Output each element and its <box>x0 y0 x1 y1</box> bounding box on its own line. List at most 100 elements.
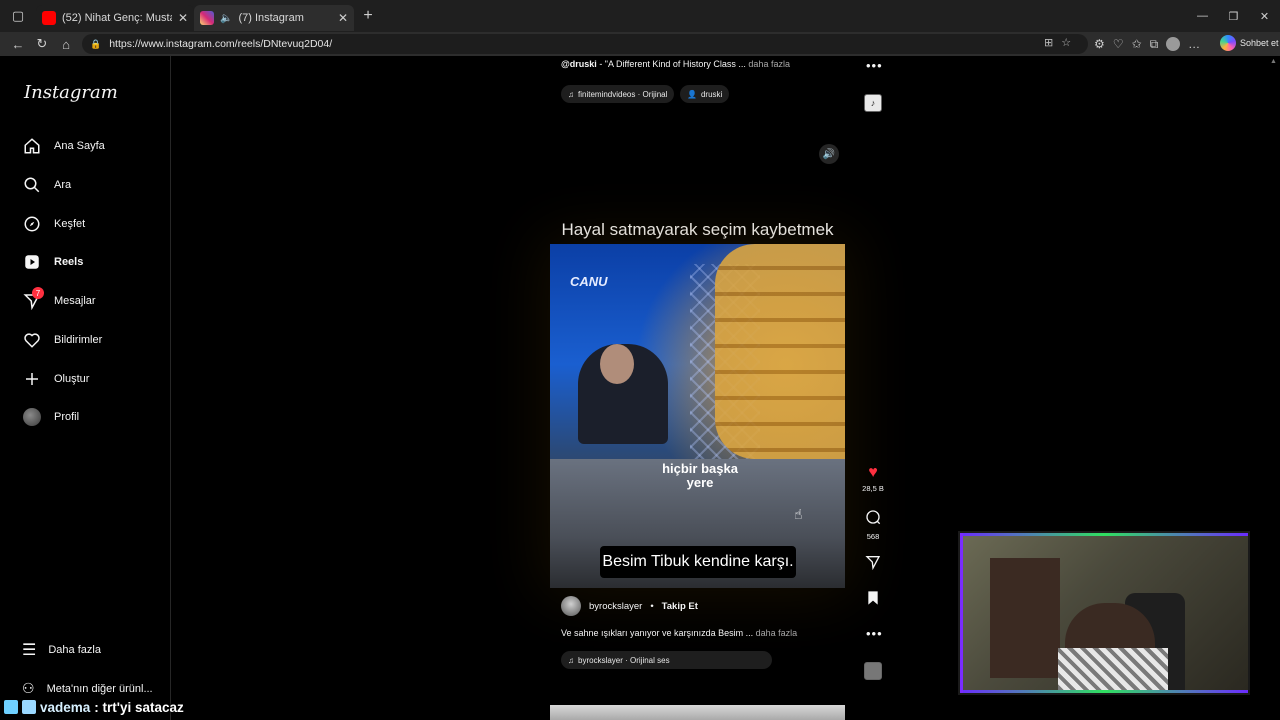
sidebar-item-profile[interactable]: Profil <box>22 402 79 432</box>
meta-apps-icon: ⚇ <box>22 680 35 696</box>
author-username[interactable]: byrockslayer <box>589 601 642 612</box>
sidebar-item-label: Ana Sayfa <box>54 140 105 152</box>
tab-title: (52) Nihat Genç: Mustafa Kemal l... <box>62 12 172 24</box>
message-count-badge: 7 <box>32 287 44 299</box>
hand-cursor-icon: ☝ <box>794 506 803 522</box>
tab-instagram[interactable]: 🔈 (7) Instagram ✕ <box>194 5 354 31</box>
back-button[interactable]: ← <box>6 32 30 56</box>
favorites-icon[interactable]: ✩ <box>1132 37 1142 51</box>
sidebar-item-label: Ara <box>54 179 72 191</box>
reel-audio-thumbnail[interactable] <box>864 662 882 680</box>
reel-title-overlay: Hayal satmayarak seçim kaybetmek <box>561 220 834 239</box>
sidebar-item-notifications[interactable]: Bildirimler <box>22 325 102 355</box>
sidebar-item-label: Daha fazla <box>48 644 101 656</box>
close-tab-icon[interactable]: ✕ <box>178 11 188 25</box>
speaker-icon[interactable]: 🔈 <box>220 13 232 24</box>
scroll-up-icon[interactable]: ▲ <box>1270 58 1277 65</box>
refresh-button[interactable]: ↻ <box>30 32 54 56</box>
restore-button[interactable]: ❐ <box>1218 0 1249 32</box>
previous-reel-caption-text: - "A Different Kind of History Class ... <box>599 59 746 69</box>
comment-count: 568 <box>866 532 880 541</box>
music-note-icon: ♫ <box>568 89 574 99</box>
app-install-icon[interactable]: ⊞ <box>1044 36 1053 49</box>
video-caption-box: Besim Tibuk kendine karşı. <box>600 546 796 578</box>
sidebar-item-label: Bildirimler <box>54 334 103 346</box>
previous-reel-audio-thumbnail[interactable]: ♪ <box>864 94 882 112</box>
share-button[interactable] <box>862 554 884 575</box>
previous-reel-username[interactable]: @druski <box>561 59 597 69</box>
webcam-border-left <box>960 533 963 693</box>
minimize-button[interactable]: — <box>1187 0 1218 32</box>
profile-avatar[interactable] <box>1166 37 1181 51</box>
comment-icon <box>862 509 884 530</box>
reel-options-icon[interactable]: ••• <box>866 626 883 641</box>
sidebar-meta-button[interactable]: ⚇ Meta'nın diğer ürünl... <box>22 680 153 697</box>
home-button[interactable]: ⌂ <box>54 32 78 56</box>
sidebar-item-label: Mesajlar <box>54 295 96 307</box>
copilot-label: Sohbet et <box>1240 38 1279 48</box>
copilot-button[interactable]: Sohbet et <box>1220 35 1279 51</box>
webcam-border-top <box>960 533 1248 536</box>
sidebar-item-reels[interactable]: Reels <box>22 247 83 277</box>
music-note-icon: ♫ <box>568 655 574 665</box>
reel-author-row: byrockslayer • Takip Et <box>561 595 698 617</box>
sidebar-item-label: Keşfet <box>54 218 86 230</box>
chat-badge-icon <box>4 700 18 714</box>
sidebar-more-button[interactable]: ☰ Daha fazla <box>22 640 101 660</box>
close-window-button[interactable]: ✕ <box>1249 0 1280 32</box>
previous-reel-tag-chip[interactable]: 👤 druski <box>680 85 730 103</box>
next-reel-preview[interactable] <box>550 705 845 720</box>
lock-icon[interactable]: 🔒 <box>90 39 101 50</box>
reel-audio-chip[interactable]: ♫ byrockslayer · Orijinal ses <box>561 651 772 669</box>
extensions-icon[interactable]: ⚙ <box>1094 37 1105 51</box>
save-button[interactable] <box>862 590 884 611</box>
tab-title: (7) Instagram <box>238 12 304 24</box>
video-subtitle: hiçbir başka yere <box>662 461 738 491</box>
person-icon: 👤 <box>687 89 697 99</box>
browser-tab-bar: ▢ (52) Nihat Genç: Mustafa Kemal l... ✕ … <box>0 0 1280 32</box>
settings-more-icon[interactable]: … <box>1188 37 1200 51</box>
stream-chat-message: vadema : trt'yi satacaz <box>4 697 184 717</box>
previous-reel-audio-chip[interactable]: ♫ finitemindvideos · Orijinal <box>561 85 675 103</box>
collections-icon[interactable]: ⧉ <box>1150 37 1159 52</box>
browser-tools: ⚙ ♡ ✩ ⧉ … <box>1094 32 1200 56</box>
compass-icon <box>22 214 42 234</box>
url-bar[interactable]: 🔒 https://www.instagram.com/reels/DNtevu… <box>82 34 1088 54</box>
webcam-shirt <box>1058 648 1168 693</box>
page-scrollbar[interactable]: ▲ <box>1268 56 1280 720</box>
audio-label: byrockslayer · Orijinal ses <box>578 655 670 665</box>
like-button[interactable]: ♥ 28,5 B <box>862 464 884 493</box>
sidebar-item-home[interactable]: Ana Sayfa <box>22 131 105 161</box>
url-bar-icons: ⊞ ☆ <box>1044 36 1071 49</box>
browser-essentials-icon[interactable]: ♡ <box>1113 37 1124 51</box>
chat-text: : trt'yi satacaz <box>94 699 184 715</box>
previous-reel-options-icon[interactable]: ••• <box>866 58 883 73</box>
sidebar-item-explore[interactable]: Keşfet <box>22 209 85 239</box>
sidebar-item-messages[interactable]: 7 Mesajlar <box>22 286 96 316</box>
author-avatar[interactable] <box>561 596 581 616</box>
sidebar-item-create[interactable]: Oluştur <box>22 364 89 394</box>
sidebar-item-search[interactable]: Ara <box>22 170 71 200</box>
new-tab-button[interactable]: + <box>354 2 382 30</box>
url-text: https://www.instagram.com/reels/DNtevuq2… <box>109 38 333 50</box>
reels-icon <box>22 252 42 272</box>
reel-more-link[interactable]: daha fazla <box>756 628 798 638</box>
tag-label: druski <box>700 89 723 99</box>
webcam-shelf <box>990 558 1060 678</box>
comment-button[interactable]: 568 <box>862 509 884 541</box>
volume-icon[interactable]: 🔊 <box>819 144 839 164</box>
previous-reel-more-link[interactable]: daha fazla <box>748 59 790 69</box>
favorite-star-icon[interactable]: ☆ <box>1061 36 1071 49</box>
tab-actions-icon[interactable]: ▢ <box>0 0 36 32</box>
reel-video[interactable]: CANU hiçbir başka yere Besim Tibuk kendi… <box>550 244 845 588</box>
search-icon <box>22 175 42 195</box>
tab-youtube[interactable]: (52) Nihat Genç: Mustafa Kemal l... ✕ <box>36 5 194 31</box>
bookmark-icon <box>862 590 884 611</box>
webcam-border-bottom <box>960 690 1248 693</box>
close-tab-icon[interactable]: ✕ <box>338 11 348 25</box>
instagram-favicon-icon <box>200 11 214 25</box>
plus-icon <box>22 369 42 389</box>
instagram-logo[interactable]: Instagram <box>24 82 118 103</box>
follow-button[interactable]: Takip Et <box>662 601 698 612</box>
chat-badge-icon <box>22 700 36 714</box>
